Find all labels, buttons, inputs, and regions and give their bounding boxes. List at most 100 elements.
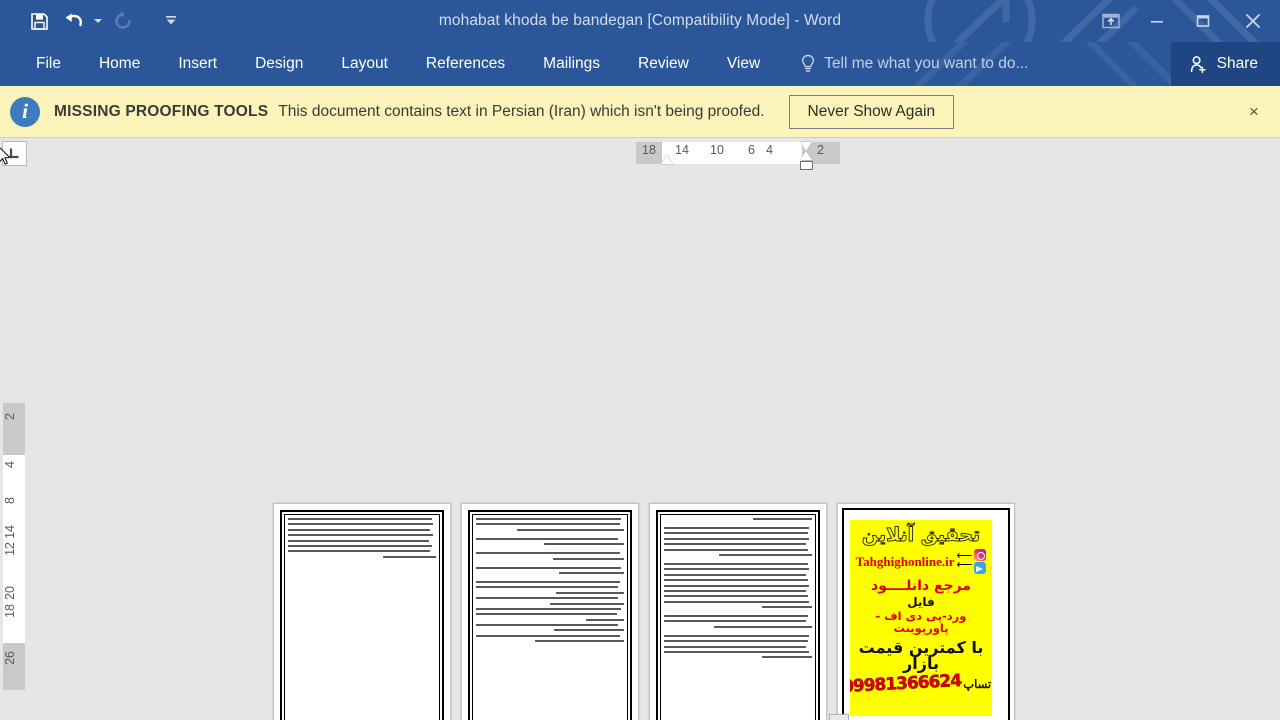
minimize-button[interactable]: [1134, 0, 1180, 42]
maximize-button[interactable]: [1180, 0, 1226, 42]
customize-qat-icon: [166, 16, 176, 25]
tell-me-placeholder: Tell me what you want to do...: [824, 55, 1029, 72]
page-2-content: [476, 518, 624, 720]
tab-design[interactable]: Design: [241, 49, 317, 79]
vruler-number-18: 18: [3, 604, 17, 618]
paragraph: [288, 518, 436, 558]
info-icon: i: [10, 96, 40, 127]
hruler-number-2: 2: [817, 143, 824, 157]
page-1-content: [288, 518, 436, 720]
paragraph: [476, 552, 624, 560]
quick-access-toolbar: [0, 6, 188, 36]
page-thumbnails: تحقیق آنلاین Tahghighonline.ir ⟵ ⟵ مرجع د…: [273, 503, 1015, 720]
ribbon-display-options-button[interactable]: [1088, 0, 1134, 42]
maximize-icon: [1196, 15, 1210, 27]
tab-insert[interactable]: Insert: [164, 49, 231, 79]
share-person-icon: [1190, 55, 1206, 73]
notification-title: MISSING PROOFING TOOLS: [54, 102, 269, 120]
tab-review[interactable]: Review: [624, 49, 703, 79]
tab-references[interactable]: References: [412, 49, 519, 79]
ad-line-3: ورد-پی دی اف - پاورپوینت: [875, 609, 967, 635]
vruler-number-4: 4: [3, 461, 17, 468]
ad-title: تحقیق آنلاین: [861, 524, 981, 546]
vruler-number-20: 20: [3, 586, 17, 600]
paragraph: [476, 597, 624, 605]
paragraph: [476, 566, 624, 574]
paragraph: [476, 580, 624, 594]
close-button[interactable]: [1226, 0, 1280, 42]
undo-dropdown-button[interactable]: [90, 6, 106, 36]
vruler-number-12: 12: [3, 542, 17, 556]
paragraph: [476, 624, 624, 632]
paragraph: [664, 562, 812, 609]
hanging-indent-marker[interactable]: [661, 155, 673, 164]
left-indent-square-marker[interactable]: [800, 161, 813, 170]
ad-line-2: فایل: [907, 595, 935, 609]
right-indent-marker[interactable]: [800, 151, 812, 160]
ribbon-tabs: File Home Insert Design Layout Reference…: [0, 49, 784, 79]
save-button[interactable]: [22, 6, 56, 36]
advertisement-banner: تحقیق آنلاین Tahghighonline.ir ⟵ ⟵ مرجع د…: [850, 520, 992, 716]
title-bar: mohabat khoda be bandegan [Compatibility…: [0, 0, 1280, 42]
hruler-number-18: 18: [642, 143, 656, 157]
document-page-1[interactable]: [273, 503, 451, 720]
arrow-icon: ⟵ ⟵: [956, 550, 973, 571]
vruler-number-14: 14: [3, 525, 17, 539]
never-show-again-button[interactable]: Never Show Again: [788, 94, 955, 129]
chevron-down-icon: [94, 19, 102, 23]
close-icon: [1246, 14, 1260, 28]
ad-phone-number: 09981366624: [850, 670, 962, 698]
redo-button[interactable]: [106, 6, 140, 36]
tell-me-search[interactable]: Tell me what you want to do...: [800, 54, 1028, 74]
customize-quick-access-button[interactable]: [154, 6, 188, 36]
tab-layout[interactable]: Layout: [327, 49, 402, 79]
vruler-number-2: 2: [3, 413, 17, 420]
undo-button[interactable]: [56, 6, 90, 36]
undo-icon: [65, 13, 82, 26]
document-workspace: 18 14 10 6 4 2 2 4 8 14 12 20 18 26 تحقی…: [0, 138, 1280, 720]
telegram-icon: [974, 562, 987, 574]
ad-whatsapp-label: واتساپ: [963, 679, 992, 691]
save-icon: [30, 12, 48, 30]
vertical-ruler[interactable]: 2 4 8 14 12 20 18 26: [3, 198, 25, 690]
share-button[interactable]: Share: [1170, 42, 1280, 86]
mouse-cursor: [0, 147, 12, 165]
lightbulb-icon: [802, 54, 815, 72]
hruler-number-4: 4: [766, 143, 773, 157]
hruler-number-6: 6: [748, 143, 755, 157]
vruler-top-margin: [3, 403, 25, 455]
paragraph: [476, 518, 624, 531]
notification-close-button[interactable]: ×: [1240, 98, 1268, 126]
horizontal-ruler[interactable]: 18 14 10 6 4 2: [0, 138, 1280, 170]
paragraph: [664, 634, 812, 659]
paragraph: [664, 615, 812, 628]
document-page-3[interactable]: [649, 503, 827, 720]
tab-file[interactable]: File: [22, 49, 75, 79]
document-page-2[interactable]: [461, 503, 639, 720]
ad-website-url: Tahghighonline.ir: [855, 553, 955, 569]
paragraph: [476, 537, 624, 546]
vruler-number-8: 8: [3, 497, 17, 504]
hruler-number-14: 14: [675, 143, 689, 157]
share-label: Share: [1216, 55, 1258, 72]
heading-line: [664, 518, 812, 520]
document-page-4-advertisement[interactable]: تحقیق آنلاین Tahghighonline.ir ⟵ ⟵ مرجع د…: [837, 503, 1015, 720]
ad-social-icons: [974, 549, 987, 574]
ad-line-1: مرجع دانلــــود: [871, 578, 971, 594]
hruler-number-10: 10: [710, 143, 724, 157]
window-controls: [1088, 0, 1280, 42]
tab-home[interactable]: Home: [85, 49, 154, 79]
paragraph: [476, 607, 624, 621]
paragraph: [664, 527, 812, 556]
paste-anchor-tab: [829, 714, 849, 720]
redo-icon: [115, 11, 131, 29]
notification-message: This document contains text in Persian (…: [278, 102, 765, 120]
instagram-icon: [974, 549, 987, 561]
ad-line-4: با کمترین قیمت بازار: [858, 638, 984, 673]
page-3-content: [664, 518, 812, 720]
ribbon-display-options-icon: [1102, 13, 1120, 29]
tab-mailings[interactable]: Mailings: [529, 49, 614, 79]
ad-contact-row: واتساپ 09981366624: [850, 670, 992, 698]
first-line-indent-marker[interactable]: [800, 142, 812, 151]
tab-view[interactable]: View: [713, 49, 774, 79]
